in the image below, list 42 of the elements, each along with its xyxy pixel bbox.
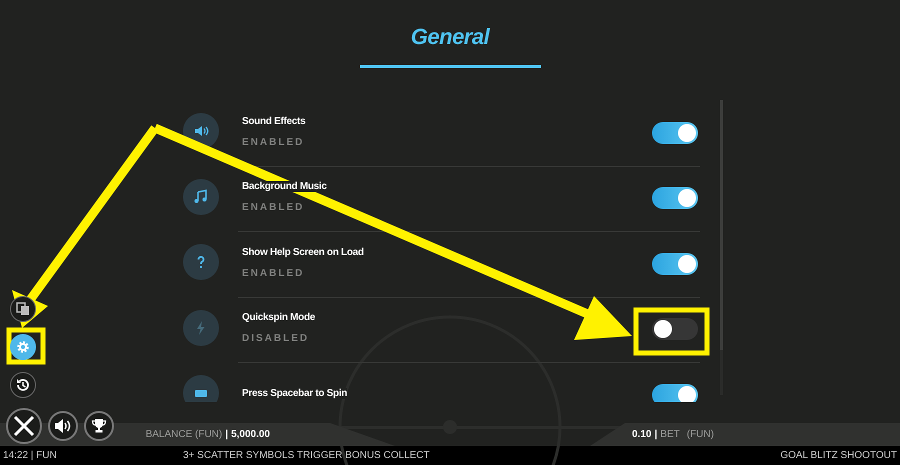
history-icon bbox=[15, 377, 31, 393]
close-button[interactable] bbox=[6, 408, 42, 444]
copy-button[interactable] bbox=[10, 296, 36, 322]
setting-status: DISABLED bbox=[242, 333, 310, 344]
bolt-icon bbox=[183, 310, 219, 346]
note-icon bbox=[183, 178, 219, 215]
bet-currency: (FUN) bbox=[686, 429, 714, 440]
setting-status: ENABLED bbox=[242, 268, 304, 279]
trophy-button[interactable] bbox=[84, 411, 114, 441]
close-icon bbox=[13, 415, 35, 437]
speaker-icon bbox=[54, 418, 72, 434]
toggle-switch[interactable] bbox=[652, 122, 698, 144]
setting-label: Quickspin Mode bbox=[242, 312, 316, 324]
setting-status: ENABLED bbox=[242, 202, 304, 214]
setting-label: Background Music bbox=[242, 181, 327, 192]
balance-value: 5,000.00 bbox=[231, 429, 270, 440]
toggle-switch[interactable] bbox=[652, 384, 698, 402]
bet-value: 0.10 bbox=[632, 429, 652, 440]
sound-button[interactable] bbox=[48, 411, 78, 441]
setting-label: Show Help Screen on Load bbox=[242, 246, 364, 258]
trophy-icon bbox=[91, 418, 107, 434]
setting-label: Sound Effects bbox=[242, 116, 306, 127]
toggle-switch[interactable] bbox=[652, 252, 698, 275]
setting-status: ENABLED bbox=[242, 136, 304, 148]
history-button[interactable] bbox=[10, 372, 36, 398]
separator-text: | bbox=[654, 429, 658, 440]
ticker-message: 3+ SCATTER SYMBOLS TRIGGER BONUS COLLECT bbox=[183, 450, 431, 461]
settings-icon bbox=[16, 340, 30, 354]
toggle-switch[interactable] bbox=[652, 187, 698, 210]
setting-label: Press Spacebar to Spin bbox=[242, 388, 348, 400]
game-title: GOAL BLITZ SHOOTOUT bbox=[780, 450, 897, 461]
bet-label: BET bbox=[660, 429, 680, 440]
question-icon bbox=[183, 244, 219, 280]
highlight-frame bbox=[6, 328, 46, 364]
balance-label: BALANCE (FUN) bbox=[146, 429, 222, 440]
toggle-switch[interactable] bbox=[652, 318, 698, 340]
gear-button[interactable] bbox=[10, 334, 36, 360]
section-title: General bbox=[410, 24, 490, 51]
keyboard-icon bbox=[183, 375, 219, 402]
copy-icon bbox=[16, 302, 30, 316]
separator-text: | bbox=[225, 429, 228, 440]
clock-text: 14:22 | FUN bbox=[3, 450, 58, 461]
